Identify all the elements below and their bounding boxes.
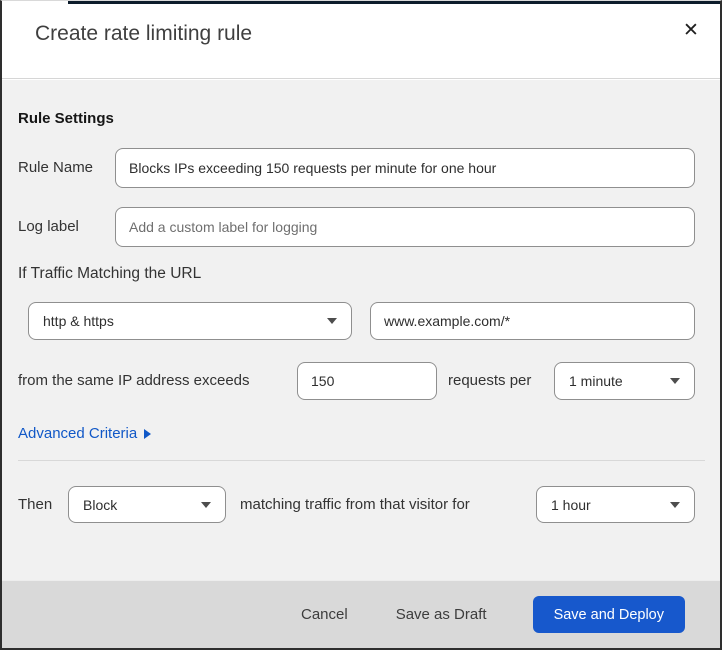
cancel-button[interactable]: Cancel: [299, 606, 350, 623]
dialog-header: Create rate limiting rule ✕: [2, 1, 720, 79]
threshold-input[interactable]: [297, 362, 437, 400]
rule-name-input[interactable]: [115, 148, 695, 188]
period-select[interactable]: 1 minute: [554, 362, 695, 400]
advanced-criteria-link[interactable]: Advanced Criteria: [18, 425, 152, 442]
scheme-select-value: http & https: [43, 313, 114, 329]
save-as-draft-button[interactable]: Save as Draft: [394, 606, 489, 623]
rate-limit-dialog: Create rate limiting rule ✕ Rule Setting…: [0, 0, 722, 650]
close-icon: ✕: [683, 19, 699, 41]
rule-settings-heading: Rule Settings: [18, 110, 114, 127]
duration-select-value: 1 hour: [551, 496, 591, 513]
duration-select[interactable]: 1 hour: [536, 486, 695, 523]
traffic-match-intro: If Traffic Matching the URL: [18, 265, 202, 282]
action-select-value: Block: [83, 496, 118, 513]
chevron-down-icon: [670, 378, 680, 384]
advanced-criteria-label: Advanced Criteria: [18, 425, 138, 442]
action-middle-text: matching traffic from that visitor for: [240, 496, 470, 513]
save-and-deploy-button[interactable]: Save and Deploy: [532, 596, 685, 633]
threshold-text-before: from the same IP address exceeds: [18, 372, 250, 389]
url-pattern-input[interactable]: [370, 302, 695, 340]
chevron-right-icon: [144, 428, 152, 439]
then-label: Then: [18, 496, 53, 513]
log-label-label: Log label: [18, 218, 79, 235]
period-select-value: 1 minute: [569, 373, 623, 389]
chevron-down-icon: [327, 318, 337, 324]
dialog-title: Create rate limiting rule: [35, 22, 253, 45]
background-page-sliver: [68, 1, 720, 4]
dialog-footer: Cancel Save as Draft Save and Deploy: [2, 580, 720, 648]
scheme-select[interactable]: http & https: [28, 302, 352, 340]
action-select[interactable]: Block: [68, 486, 226, 523]
threshold-text-after: requests per: [448, 372, 532, 389]
chevron-down-icon: [670, 501, 680, 508]
rule-name-label: Rule Name: [18, 159, 94, 176]
log-label-input[interactable]: [115, 207, 695, 247]
chevron-down-icon: [201, 501, 211, 508]
section-divider: [18, 460, 705, 461]
dialog-body: Rule Settings Rule Name Log label If Tra…: [2, 80, 720, 580]
close-button[interactable]: ✕: [676, 15, 706, 45]
